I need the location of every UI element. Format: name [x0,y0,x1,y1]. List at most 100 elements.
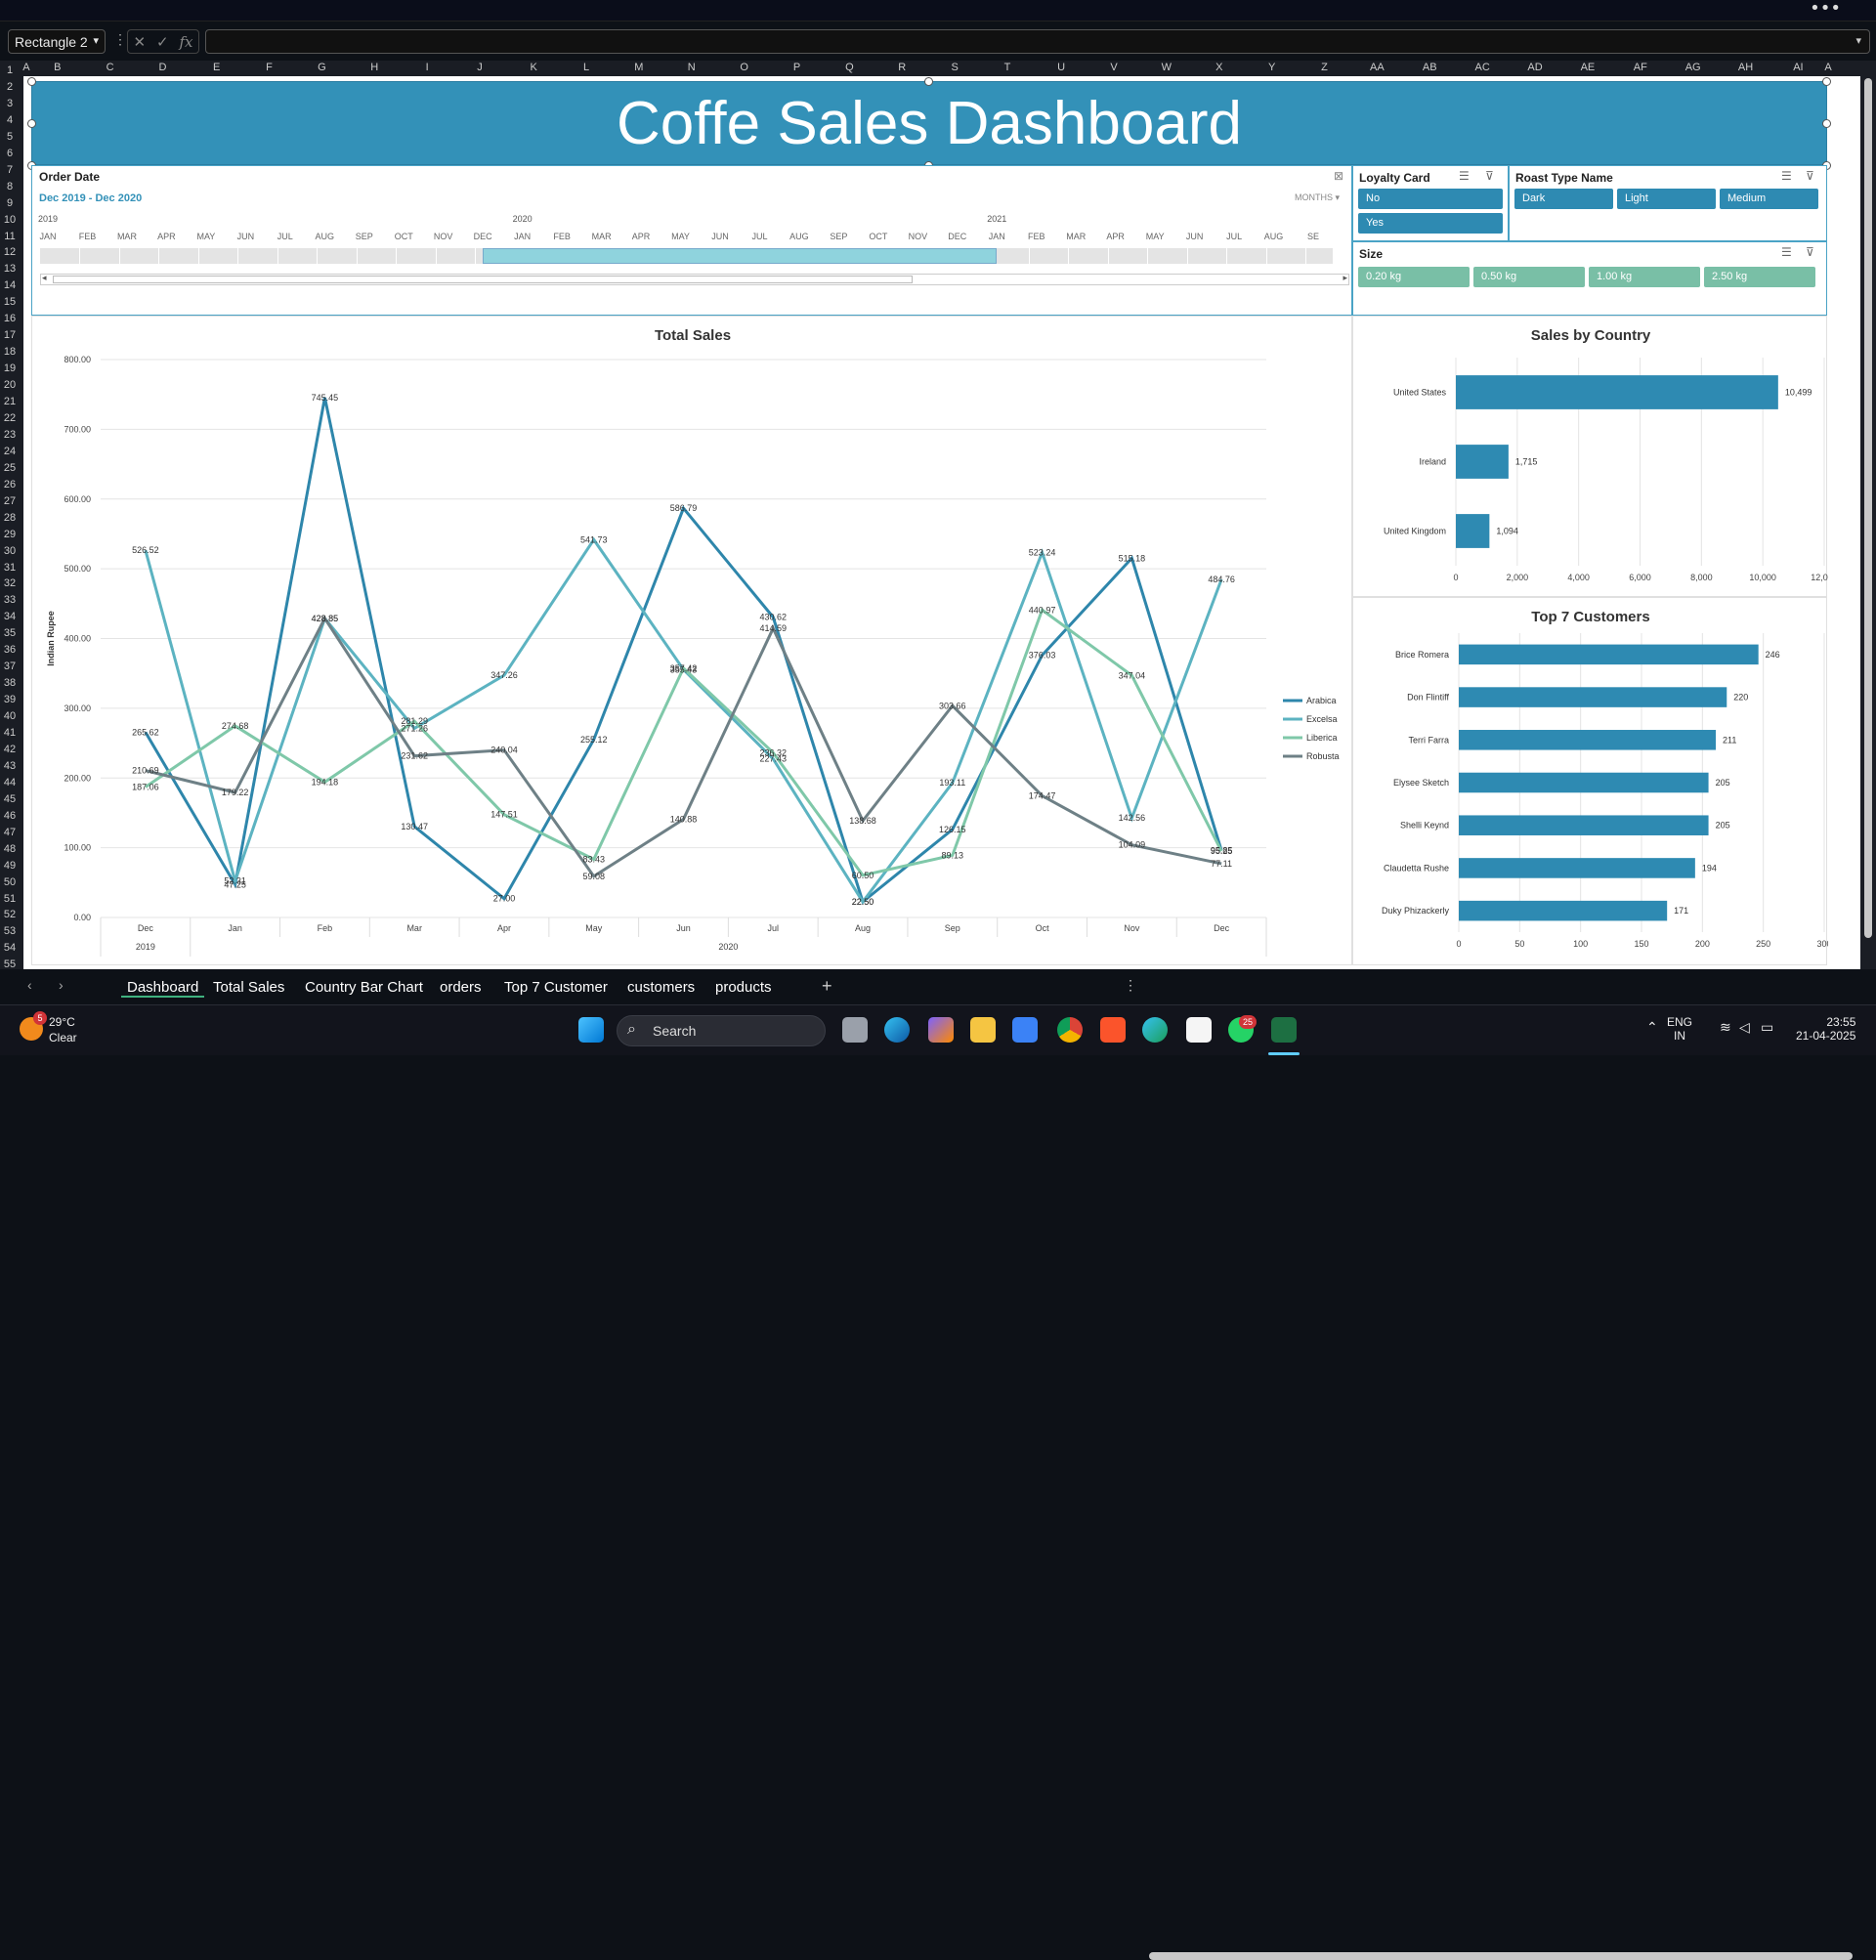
timeline-selection[interactable] [483,248,998,264]
prev-sheet-icon[interactable]: ‹ [27,977,32,993]
edge-icon[interactable] [884,1017,910,1043]
enter-icon[interactable]: ✓ [156,33,169,51]
column-header[interactable]: O [740,62,748,73]
row-header[interactable]: 43 [0,760,20,772]
row-header[interactable]: 30 [0,545,20,557]
size-slicer[interactable]: Size ☰ ⊽ 0.20 kg 0.50 kg 1.00 kg 2.50 kg [1352,241,1827,316]
vertical-scrollbar[interactable] [1860,61,1876,969]
row-header[interactable]: 14 [0,279,20,291]
row-header[interactable]: 22 [0,412,20,424]
row-header[interactable]: 38 [0,677,20,689]
column-header[interactable]: AG [1685,62,1701,73]
column-header[interactable]: Q [845,62,854,73]
slicer-item-light[interactable]: Light [1617,189,1716,209]
timeline-scroll-thumb[interactable] [53,276,913,283]
row-header[interactable]: 42 [0,744,20,755]
column-header[interactable]: P [793,62,800,73]
timeline-month[interactable]: JAN [989,232,1005,241]
column-header[interactable]: A [1824,62,1831,73]
timeline-month[interactable]: FEB [1028,232,1045,241]
row-header[interactable]: 52 [0,909,20,920]
slicer-item-0-50kg[interactable]: 0.50 kg [1473,267,1585,287]
timeline-month[interactable]: MAY [1146,232,1165,241]
column-header[interactable]: K [530,62,536,73]
timeline-month[interactable]: MAR [592,232,612,241]
battery-icon[interactable]: ▭ [1761,1019,1773,1036]
expand-formula-icon[interactable]: ▾ [1855,34,1861,47]
slicer-item-yes[interactable]: Yes [1358,213,1503,234]
column-header[interactable]: AA [1370,62,1385,73]
row-header[interactable]: 46 [0,810,20,822]
sheet-tab-total-sales[interactable]: Total Sales [213,979,284,996]
language-indicator[interactable]: ENG IN [1667,1015,1692,1043]
column-header[interactable]: U [1057,62,1065,73]
column-header[interactable]: B [54,62,61,73]
column-header[interactable]: R [898,62,906,73]
timeline-month[interactable]: FEB [553,232,571,241]
resize-handle[interactable] [924,77,933,86]
chevron-down-icon[interactable]: ▾ [93,34,99,47]
row-header[interactable]: 34 [0,611,20,622]
row-header[interactable]: 37 [0,660,20,672]
resize-handle[interactable] [27,77,36,86]
column-header[interactable]: Y [1268,62,1275,73]
column-header[interactable]: L [583,62,589,73]
timeline-month[interactable]: MAR [1066,232,1086,241]
windows-start-icon[interactable] [578,1017,604,1043]
column-header[interactable]: AD [1527,62,1542,73]
column-header[interactable]: D [159,62,167,73]
timeline-month[interactable]: APR [632,232,651,241]
column-header[interactable]: I [426,62,429,73]
column-header[interactable]: S [951,62,958,73]
slicer-item-medium[interactable]: Medium [1720,189,1818,209]
column-header[interactable]: AF [1634,62,1647,73]
column-header[interactable]: X [1215,62,1222,73]
row-header[interactable]: 31 [0,562,20,574]
timeline-month[interactable]: JUN [1186,232,1204,241]
column-header[interactable]: H [370,62,378,73]
clear-filter-icon[interactable]: ⊠ [1334,169,1343,183]
slicer-item-no[interactable]: No [1358,189,1503,209]
sheet-tab-top-7-customer[interactable]: Top 7 Customer [504,979,608,996]
timeline-month[interactable]: JUL [751,232,767,241]
sales-by-country-chart[interactable]: Sales by Country 0 2,000 4,000 6,000 8,000 10,… [1352,316,1828,597]
timeline-month[interactable]: NOV [434,232,453,241]
row-header[interactable]: 24 [0,446,20,457]
timeline-month[interactable]: AUG [316,232,335,241]
timeline-month[interactable]: DEC [948,232,966,241]
excel-icon[interactable] [1271,1017,1297,1043]
multi-select-icon[interactable]: ☰ [1459,169,1470,183]
resize-handle[interactable] [27,119,36,128]
row-header[interactable]: 51 [0,893,20,905]
timeline-month[interactable]: APR [157,232,176,241]
clock[interactable]: 23:55 21-04-2025 [1796,1015,1855,1043]
store-icon[interactable] [1012,1017,1038,1043]
column-header[interactable]: AB [1423,62,1437,73]
sheet-tab-country-bar-chart[interactable]: Country Bar Chart [305,979,423,996]
row-header[interactable]: 47 [0,827,20,838]
row-header[interactable]: 45 [0,793,20,805]
row-header[interactable]: 39 [0,694,20,705]
row-header[interactable]: 29 [0,529,20,540]
slicer-item-2-50kg[interactable]: 2.50 kg [1704,267,1815,287]
timeline-month[interactable]: OCT [869,232,887,241]
row-header[interactable]: 11 [0,231,20,242]
sheet-tab-customers[interactable]: customers [627,979,695,996]
timeline-month[interactable]: SE [1307,232,1319,241]
resize-handle[interactable] [1822,77,1831,86]
row-header[interactable]: 40 [0,710,20,722]
row-header[interactable]: 13 [0,263,20,275]
clear-filter-icon[interactable]: ⊽ [1485,169,1494,183]
column-header[interactable]: C [107,62,114,73]
timeline-month[interactable]: JAN [514,232,531,241]
slicer-item-1-00kg[interactable]: 1.00 kg [1589,267,1700,287]
row-header[interactable]: 5 [0,131,20,143]
row-header[interactable]: 6 [0,148,20,159]
sheet-tab-dashboard[interactable]: Dashboard [121,979,205,998]
row-header[interactable]: 54 [0,942,20,954]
row-header[interactable]: 17 [0,329,20,341]
timeline-month[interactable]: APR [1106,232,1125,241]
column-header[interactable]: AI [1793,62,1803,73]
column-header[interactable]: Z [1321,62,1328,73]
timeline-month[interactable]: SEP [356,232,373,241]
